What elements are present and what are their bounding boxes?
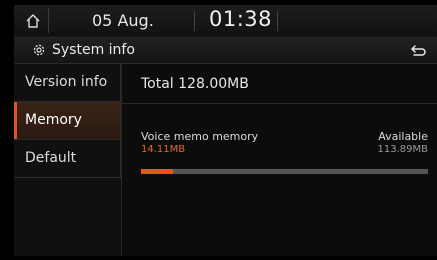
- sidebar-item-default[interactable]: Default: [14, 140, 121, 178]
- available-value: 113.89MB: [377, 144, 428, 155]
- head-unit-screen: 05 Aug. 01:38 System info Version info M…: [14, 5, 437, 256]
- clock-display: 01:38: [209, 7, 273, 31]
- total-memory: Total 128.00MB: [122, 64, 437, 104]
- divider: [277, 11, 278, 31]
- title-bar: System info: [14, 38, 437, 64]
- sidebar-item-label: Version info: [25, 74, 108, 90]
- voice-memo-label: Voice memo memory: [141, 130, 259, 143]
- sidebar: Version info Memory Default: [14, 64, 122, 256]
- memory-panel: Total 128.00MB Voice memo memory Availab…: [122, 64, 437, 256]
- home-button[interactable]: [18, 8, 49, 33]
- sidebar-item-label: Memory: [25, 112, 82, 128]
- gear-icon: [33, 44, 45, 56]
- memory-usage-bar: [141, 169, 428, 174]
- sidebar-item-version-info[interactable]: Version info: [14, 64, 121, 102]
- back-icon: [411, 44, 426, 56]
- memory-usage-fill: [141, 169, 173, 174]
- divider: [194, 11, 195, 31]
- used-value: 14.11MB: [141, 144, 186, 155]
- status-bar: 05 Aug. 01:38: [14, 5, 437, 38]
- page-title: System info: [52, 42, 135, 58]
- sidebar-item-label: Default: [25, 150, 77, 166]
- date-display: 05 Aug.: [92, 11, 154, 30]
- home-icon: [26, 13, 40, 28]
- back-button[interactable]: [404, 40, 432, 61]
- sidebar-item-memory[interactable]: Memory: [14, 102, 121, 140]
- available-label: Available: [378, 130, 428, 143]
